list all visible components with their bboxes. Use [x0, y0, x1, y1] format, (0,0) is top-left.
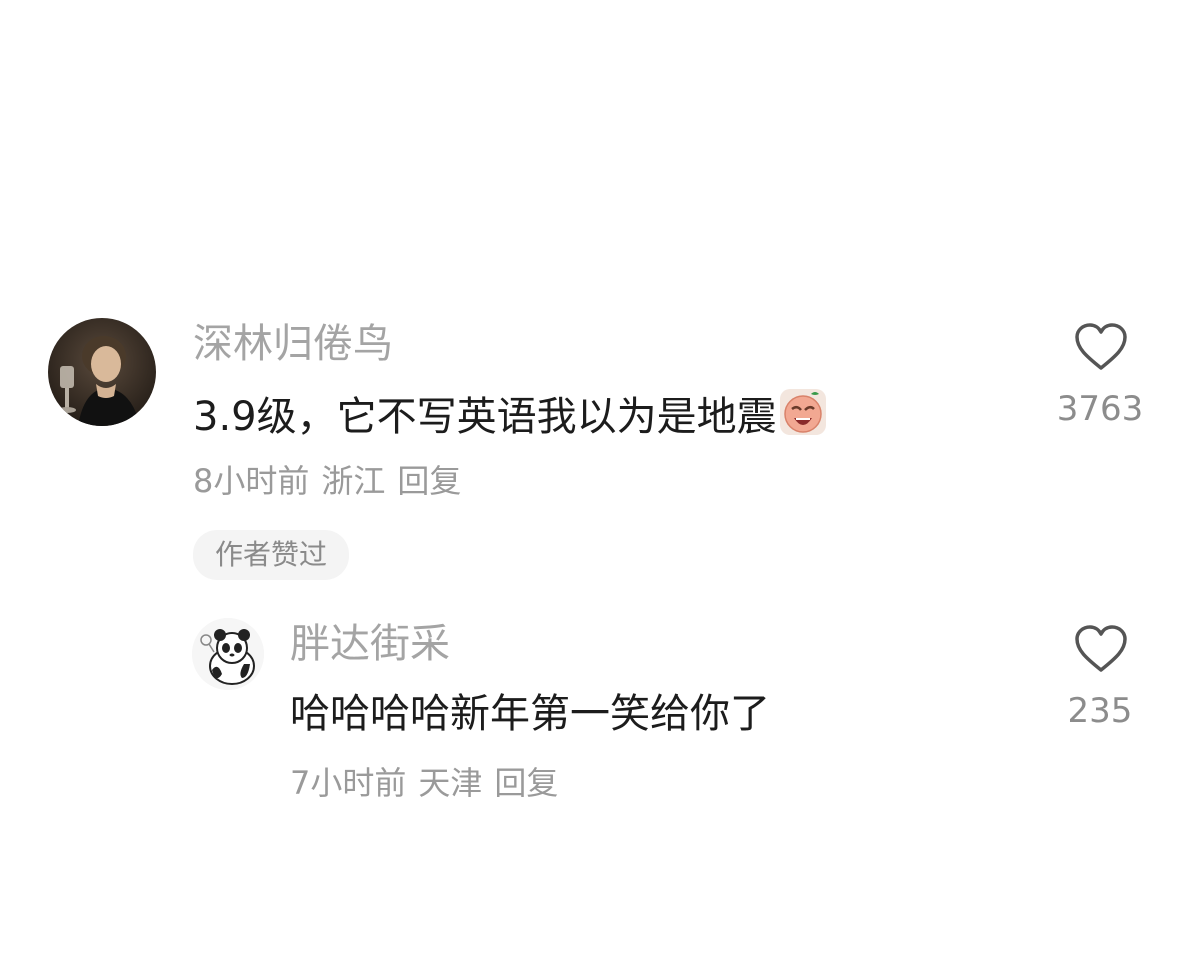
reply-location: 天津 [418, 764, 483, 802]
comment-location: 浙江 [321, 462, 386, 500]
reply-username[interactable]: 胖达街采 [290, 620, 450, 668]
heart-icon [1075, 323, 1127, 370]
reply-button[interactable]: 回复 [397, 462, 461, 500]
avatar-photo [48, 318, 156, 426]
like-count: 3763 [1056, 389, 1144, 429]
crying-face-icon [779, 388, 827, 447]
avatar[interactable] [48, 318, 156, 426]
author-liked-label: 作者赞过 [215, 538, 328, 571]
reply-meta: 7小时前 天津 回复 [290, 762, 570, 804]
comment-time: 8小时前 [193, 462, 310, 500]
panda-icon [192, 618, 264, 690]
reply-reply-button[interactable]: 回复 [494, 764, 558, 802]
comment-text: 3.9级，它不写英语我以为是地震 [193, 388, 827, 447]
reply-time: 7小时前 [290, 764, 407, 802]
comment-username[interactable]: 深林归倦鸟 [193, 320, 393, 368]
heart-icon [1075, 625, 1127, 672]
author-liked-badge: 作者赞过 [193, 530, 350, 580]
comment-meta: 8小时前 浙江 回复 [193, 460, 473, 502]
like-button[interactable] [1074, 322, 1128, 372]
reply-avatar[interactable] [192, 618, 264, 690]
comment-text-content: 3.9级，它不写英语我以为是地震 [193, 394, 777, 440]
reply-text: 哈哈哈哈新年第一笑给你了 [290, 691, 770, 737]
reply-like-count: 235 [1067, 691, 1133, 731]
reply-like-button[interactable] [1074, 624, 1128, 674]
